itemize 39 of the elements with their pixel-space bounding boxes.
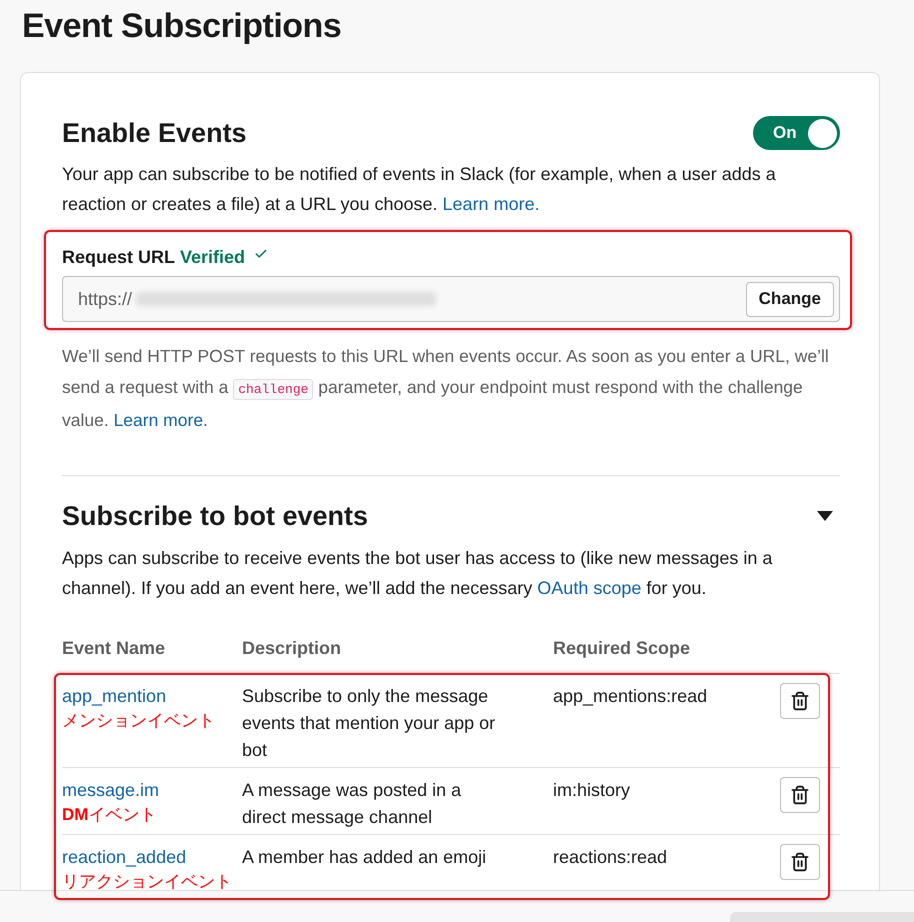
column-header: Required Scope <box>553 637 692 660</box>
change-button[interactable]: Change <box>746 282 834 316</box>
inline-code: challenge <box>233 379 314 400</box>
inline-link[interactable]: Learn more. <box>442 194 540 214</box>
url-text: https:// <box>78 288 132 311</box>
column-header: Event Name <box>62 637 166 660</box>
event-name-link[interactable]: reaction_added <box>62 844 186 871</box>
inline-link[interactable]: OAuth scope <box>537 578 642 598</box>
table-cell: im:history <box>553 780 630 800</box>
trash-icon <box>790 785 810 805</box>
delete-button[interactable] <box>780 844 820 880</box>
description-text: Apps can subscribe to receive events the bot user has access to (like new messages in a channel). If you add an event here, we’ll add the necessary OAuth scope for you. <box>62 547 774 600</box>
description-text: Your app can subscribe to be notified of events in Slack (for example, when a user adds a reaction or creates a file) at a URL you choose. Learn more. <box>62 163 777 216</box>
help-text: We’ll send HTTP POST requests to this URL when events occur. As soon as you enter a URL, we’ll send a request with a challenge parameter, and your endpoint must respond with the challenge value. Learn more. <box>62 345 830 432</box>
annotation-label: DMイベント <box>62 804 156 826</box>
caret-down-icon[interactable] <box>817 511 833 521</box>
field-label: Request URL <box>62 246 176 269</box>
table-cell: Subscribe to only the message events that mention your app or bot <box>242 686 496 760</box>
delete-button[interactable] <box>780 683 820 719</box>
toggle-switch[interactable]: On <box>753 116 840 150</box>
section-title: Enable Events <box>62 117 247 150</box>
trash-icon <box>790 852 810 872</box>
table-cell: reactions:read <box>553 847 668 867</box>
annotation-label: リアクションイベント <box>62 871 232 893</box>
toggle-knob <box>808 118 837 148</box>
inline-link[interactable]: Learn more. <box>114 410 208 430</box>
annotation-label: メンションイベント <box>62 710 215 732</box>
event-name-link[interactable]: message.im <box>62 777 160 804</box>
table-cell: A member has added an emoji <box>242 847 486 867</box>
table-cell: app_mentions:read <box>553 686 708 706</box>
table-cell: A message was posted in a direct message channel <box>242 780 462 827</box>
delete-button[interactable] <box>780 777 820 813</box>
trash-icon <box>790 691 810 711</box>
page-title: Event Subscriptions <box>21 6 342 47</box>
event-name-link[interactable]: app_mention <box>62 683 166 710</box>
verified-status: Verified <box>180 246 246 268</box>
url-input-field[interactable]: https:// Change <box>62 276 840 322</box>
column-header: Description <box>242 637 342 660</box>
section-title: Subscribe to bot events <box>62 500 368 533</box>
